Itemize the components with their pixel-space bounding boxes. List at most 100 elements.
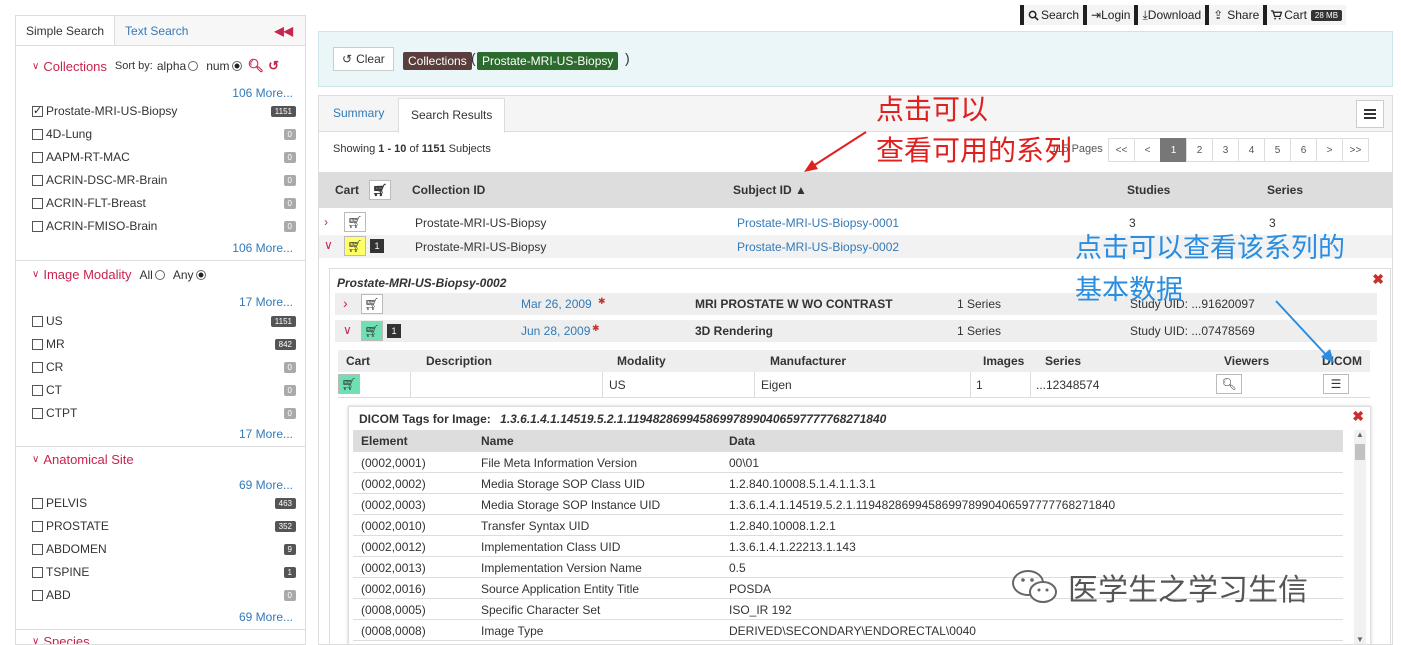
- query-tag-collection-value[interactable]: Prostate-MRI-US-Biopsy: [477, 52, 619, 70]
- species-header[interactable]: ∨ Species: [32, 634, 90, 644]
- close-icon[interactable]: ✖: [1372, 271, 1384, 288]
- page-prev[interactable]: <: [1134, 138, 1161, 162]
- col-subject-id[interactable]: Subject ID ▲: [733, 183, 807, 197]
- list-item[interactable]: ACRIN-FLT-Breast 0: [32, 196, 296, 210]
- header-cart-button[interactable]: 🛒︎: [369, 180, 391, 200]
- chevron-down-icon[interactable]: ∨: [324, 238, 333, 252]
- site-checkbox[interactable]: [32, 497, 43, 509]
- study-row[interactable]: › 🛒︎ Mar 26, 2009 ✱ MRI PROSTATE W WO CO…: [335, 293, 1377, 315]
- cart-button[interactable]: Cart 28 MB: [1263, 5, 1347, 25]
- download-button[interactable]: ⤓ Download: [1134, 5, 1206, 25]
- view-series-button[interactable]: 🔍︎: [1216, 374, 1242, 394]
- tag-element: (0002,0013): [361, 561, 426, 575]
- tab-simple-search[interactable]: Simple Search: [16, 16, 116, 45]
- sort-asc-icon: ▲: [795, 183, 807, 197]
- site-checkbox[interactable]: [32, 543, 43, 555]
- anatomical-more-link[interactable]: 69 More...: [239, 478, 293, 492]
- anatomical-more-link[interactable]: 69 More...: [239, 610, 293, 624]
- chevron-right-icon[interactable]: ›: [343, 295, 348, 311]
- modality-checkbox[interactable]: [32, 384, 43, 396]
- close-icon[interactable]: ✖: [1352, 408, 1364, 425]
- list-item[interactable]: MR 842: [32, 337, 296, 351]
- study-cart-button[interactable]: 🛒︎: [361, 321, 383, 341]
- share-button[interactable]: ⇪ Share: [1205, 5, 1264, 25]
- page-first[interactable]: <<: [1108, 138, 1135, 162]
- collection-label: ACRIN-DSC-MR-Brain: [46, 173, 168, 187]
- list-item[interactable]: ACRIN-DSC-MR-Brain 0: [32, 173, 296, 187]
- scroll-up-icon[interactable]: ▲: [1356, 430, 1364, 439]
- anatomical-header[interactable]: ∨ Anatomical Site: [32, 452, 134, 467]
- series-cart-button[interactable]: 🛒︎: [338, 374, 360, 394]
- modality-checkbox[interactable]: [32, 407, 43, 419]
- list-item[interactable]: US 1151: [32, 314, 296, 328]
- list-item[interactable]: PROSTATE 352: [32, 519, 296, 533]
- row-cart-button[interactable]: 🛒︎: [344, 236, 366, 256]
- list-item[interactable]: PELVIS 463: [32, 496, 296, 510]
- collections-more-link[interactable]: 106 More...: [232, 241, 293, 255]
- study-row[interactable]: ∨ 🛒︎ 1 Jun 28, 2009 ✱ 3D Rendering 1 Ser…: [335, 320, 1377, 342]
- collection-checkbox[interactable]: [32, 197, 43, 209]
- collapse-sidebar-icon[interactable]: ◀◀: [275, 24, 293, 38]
- subject-id-link[interactable]: Prostate-MRI-US-Biopsy-0002: [737, 240, 899, 254]
- row-cart-button[interactable]: 🛒︎: [344, 212, 366, 232]
- col-collection-id[interactable]: Collection ID: [412, 183, 485, 197]
- clear-button[interactable]: ↺ Clear: [333, 47, 394, 71]
- page-6[interactable]: 6: [1290, 138, 1317, 162]
- tab-text-search[interactable]: Text Search: [115, 16, 198, 45]
- login-button[interactable]: ⇥ Login: [1083, 5, 1135, 25]
- sort-alpha-radio[interactable]: [188, 61, 199, 71]
- modality-checkbox[interactable]: [32, 338, 43, 350]
- series-row[interactable]: 🛒︎ US Eigen 1 ...12348574 🔍︎ ☰: [338, 372, 1370, 398]
- scroll-thumb[interactable]: [1355, 444, 1365, 460]
- list-item[interactable]: ABDOMEN 9: [32, 542, 296, 556]
- site-checkbox[interactable]: [32, 589, 43, 601]
- tag-name: Implementation Version Name: [481, 561, 642, 575]
- modality-more-link[interactable]: 17 More...: [239, 295, 293, 309]
- page-4[interactable]: 4: [1238, 138, 1265, 162]
- sort-num-radio[interactable]: [231, 61, 242, 71]
- collection-checkbox[interactable]: [32, 128, 43, 140]
- study-cart-button[interactable]: 🛒︎: [361, 294, 383, 314]
- site-checkbox[interactable]: [32, 520, 43, 532]
- page-3[interactable]: 3: [1212, 138, 1239, 162]
- list-item[interactable]: AAPM-RT-MAC 0: [32, 150, 296, 164]
- search-collections-icon[interactable]: 🔍︎: [248, 58, 265, 74]
- modality-header[interactable]: ∨ Image Modality All Any: [32, 267, 210, 282]
- tab-summary[interactable]: Summary: [333, 106, 384, 120]
- list-item[interactable]: TSPINE 1: [32, 565, 296, 579]
- collection-checkbox[interactable]: [32, 174, 43, 186]
- modality-checkbox[interactable]: [32, 315, 43, 327]
- list-item[interactable]: CR 0: [32, 360, 296, 374]
- page-2[interactable]: 2: [1186, 138, 1213, 162]
- reset-icon[interactable]: ↺: [268, 58, 279, 74]
- scroll-down-icon[interactable]: ▼: [1356, 635, 1364, 644]
- list-item[interactable]: ABD 0: [32, 588, 296, 602]
- menu-button[interactable]: [1356, 100, 1384, 128]
- page-last[interactable]: >>: [1342, 138, 1369, 162]
- page-5[interactable]: 5: [1264, 138, 1291, 162]
- collection-checkbox[interactable]: [32, 151, 43, 163]
- modality-any-radio[interactable]: [195, 269, 206, 280]
- dicom-tags-button[interactable]: ☰: [1323, 374, 1349, 394]
- collections-more-link[interactable]: 106 More...: [232, 86, 293, 100]
- page-next[interactable]: >: [1316, 138, 1343, 162]
- collection-checkbox[interactable]: [32, 104, 43, 117]
- subject-id-link[interactable]: Prostate-MRI-US-Biopsy-0001: [737, 216, 899, 230]
- list-item[interactable]: CT 0: [32, 383, 296, 397]
- page-1[interactable]: 1: [1160, 138, 1187, 162]
- site-checkbox[interactable]: [32, 566, 43, 578]
- search-button[interactable]: Search: [1020, 5, 1084, 25]
- scrollbar[interactable]: ▲ ▼: [1354, 430, 1366, 644]
- list-item[interactable]: ACRIN-FMISO-Brain 0: [32, 219, 296, 233]
- modality-all-radio[interactable]: [154, 269, 165, 280]
- modality-more-link[interactable]: 17 More...: [239, 427, 293, 441]
- list-item[interactable]: Prostate-MRI-US-Biopsy 1151: [32, 104, 296, 118]
- chevron-down-icon[interactable]: ∨: [343, 323, 352, 337]
- chevron-right-icon[interactable]: ›: [324, 215, 328, 229]
- list-item[interactable]: CTPT 0: [32, 406, 296, 420]
- tab-search-results[interactable]: Search Results: [398, 98, 506, 133]
- collection-checkbox[interactable]: [32, 220, 43, 232]
- list-item[interactable]: 4D-Lung 0: [32, 127, 296, 141]
- collections-header[interactable]: ∨ Collections Sort by: alpha num 🔍︎ ↺: [32, 58, 279, 74]
- modality-checkbox[interactable]: [32, 361, 43, 373]
